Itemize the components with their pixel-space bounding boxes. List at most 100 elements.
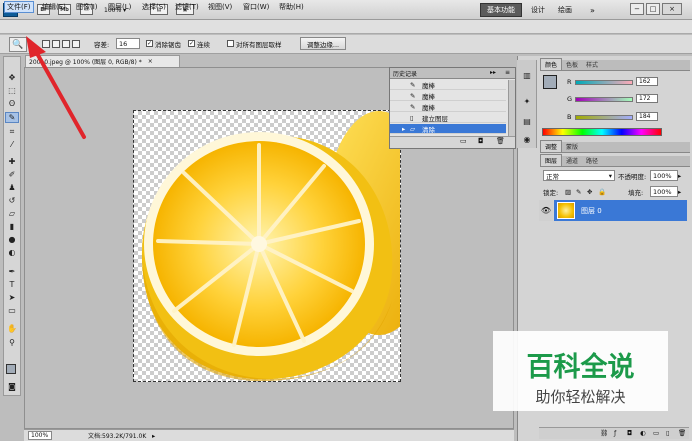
menu-help[interactable]: 帮助(H) xyxy=(277,1,306,13)
blend-mode-select[interactable]: 正常 ▾ xyxy=(543,170,615,181)
more-workspaces-icon[interactable]: » xyxy=(590,3,595,17)
delete-layer-icon[interactable]: 🗑 xyxy=(678,428,686,438)
refine-edge-button[interactable]: 调整边缘... xyxy=(300,37,346,50)
close-tab-icon[interactable]: × xyxy=(148,58,153,65)
snapshot-icon[interactable]: ◘ xyxy=(478,137,484,145)
history-item[interactable]: ✎ 魔棒 xyxy=(390,91,506,101)
history-scrollbar[interactable] xyxy=(508,80,515,136)
document-image[interactable] xyxy=(133,110,401,382)
panel-foreground-swatch[interactable] xyxy=(543,75,557,89)
menu-filter[interactable]: 滤镜(T) xyxy=(173,1,201,13)
foreground-color-swatch[interactable] xyxy=(6,364,16,374)
red-slider[interactable] xyxy=(575,80,633,85)
new-layer-icon[interactable]: ▯ xyxy=(666,428,670,438)
contiguous-checkbox[interactable]: ✓ xyxy=(188,40,195,47)
tab-layers[interactable]: 图层 xyxy=(540,154,563,166)
move-tool-icon[interactable]: ✥ xyxy=(5,72,19,83)
green-value-input[interactable]: 172 xyxy=(636,94,658,103)
delete-icon[interactable]: 🗑 xyxy=(496,137,505,145)
history-item[interactable]: ✎ 魔棒 xyxy=(390,80,506,90)
layer-row[interactable]: 图层 0 xyxy=(554,200,687,221)
workspace-design-button[interactable]: 设计 xyxy=(531,3,545,17)
blur-tool-icon[interactable]: ● xyxy=(5,234,19,245)
eraser-tool-icon[interactable]: ▱ xyxy=(5,208,19,219)
close-button[interactable]: × xyxy=(662,3,682,15)
histogram-panel-icon[interactable]: ▥ xyxy=(520,70,534,81)
shape-tool-icon[interactable]: ▭ xyxy=(5,305,19,316)
layer-visibility-eye-icon[interactable]: 👁 xyxy=(539,200,553,221)
tab-masks[interactable]: 蒙版 xyxy=(562,141,582,152)
magic-wand-icon: ✎ xyxy=(410,80,416,89)
menu-edit[interactable]: 编辑(E) xyxy=(40,1,68,13)
tab-color[interactable]: 颜色 xyxy=(540,58,563,70)
menu-window[interactable]: 窗口(W) xyxy=(241,1,271,13)
color-spectrum-bar[interactable] xyxy=(542,128,662,136)
history-item[interactable]: ▯ 建立图层 xyxy=(390,113,506,123)
lock-position-icon[interactable]: ✥ xyxy=(587,187,592,197)
menu-layer[interactable]: 图层(L) xyxy=(106,1,133,13)
history-panel: 历史记录 ▸▸ ≡ ✎ 魔棒 ✎ 魔棒 ✎ 魔棒 ▯ 建立图层 ▸ ▱ 清除 ▭ ◘ 🗑 xyxy=(389,67,516,149)
new-group-icon[interactable]: ▭ xyxy=(653,428,659,438)
gradient-tool-icon[interactable]: ▮ xyxy=(5,221,19,232)
zoom-tool-icon[interactable]: ⚲ xyxy=(5,337,19,348)
red-value-input[interactable]: 162 xyxy=(636,77,658,86)
history-item-selected[interactable]: ▸ ▱ 清除 xyxy=(390,124,506,134)
sample-all-layers-checkbox[interactable] xyxy=(227,40,234,47)
menu-file[interactable]: 文件(F) xyxy=(4,1,34,13)
menu-select[interactable]: 选择(S) xyxy=(140,1,168,13)
marquee-tool-icon[interactable]: ⬚ xyxy=(5,85,19,96)
panel-menu-icon[interactable]: ≡ xyxy=(505,69,510,76)
layer-mask-icon[interactable]: ◘ xyxy=(627,428,632,438)
tab-styles[interactable]: 样式 xyxy=(582,59,602,70)
lock-transparent-icon[interactable]: ▨ xyxy=(565,187,571,197)
type-tool-icon[interactable]: T xyxy=(5,279,19,290)
healing-brush-icon[interactable]: ✚ xyxy=(5,156,19,167)
blue-value-input[interactable]: 184 xyxy=(636,112,658,121)
status-zoom[interactable]: 100% xyxy=(28,431,52,440)
maximize-button[interactable]: □ xyxy=(646,3,660,15)
lock-all-icon[interactable]: 🔒 xyxy=(598,187,606,197)
new-document-from-state-icon[interactable]: ▭ xyxy=(460,137,467,145)
tab-paths[interactable]: 路径 xyxy=(582,155,602,166)
pen-tool-icon[interactable]: ✒ xyxy=(5,266,19,277)
minimize-button[interactable]: − xyxy=(630,3,644,15)
green-slider[interactable] xyxy=(575,97,633,102)
brush-tool-icon[interactable]: ✐ xyxy=(5,169,19,180)
history-brush-icon[interactable]: ↺ xyxy=(5,195,19,206)
panel-collapse-icon[interactable]: ▸▸ xyxy=(490,69,496,76)
eyedropper-tool-icon[interactable]: ⁄ xyxy=(5,139,19,150)
workspace-painting-button[interactable]: 绘画 xyxy=(558,3,572,17)
lasso-tool-icon[interactable]: ʘ xyxy=(5,98,19,109)
opacity-input[interactable]: 100% xyxy=(650,170,678,181)
channels-panel-icon[interactable]: ◉ xyxy=(520,134,534,145)
navigator-panel-icon[interactable]: ✦ xyxy=(520,96,534,107)
workspace-essentials-button[interactable]: 基本功能 xyxy=(480,3,522,17)
quick-mask-icon[interactable]: ◙ xyxy=(5,381,19,392)
clone-stamp-icon[interactable]: ♟ xyxy=(5,182,19,193)
status-menu-arrow-icon[interactable]: ▸ xyxy=(152,431,155,440)
tab-adjustments[interactable]: 调整 xyxy=(540,140,563,152)
antialias-checkbox[interactable]: ✓ xyxy=(146,40,153,47)
sample-all-layers-label: 对所有图层取样 xyxy=(236,41,282,49)
menu-view[interactable]: 视图(V) xyxy=(206,1,234,13)
fill-input[interactable]: 100% xyxy=(650,186,678,197)
info-panel-icon[interactable]: ▤ xyxy=(520,116,534,127)
color-panel-tabs: 颜色 色板 样式 xyxy=(540,58,690,71)
link-layers-icon[interactable]: ⛓ xyxy=(600,428,608,438)
dodge-tool-icon[interactable]: ◐ xyxy=(5,247,19,258)
hand-tool-icon[interactable]: ✋ xyxy=(5,323,19,334)
blue-slider[interactable] xyxy=(575,115,633,120)
layer-style-icon[interactable]: ƒ xyxy=(614,428,616,438)
adjustment-layer-icon[interactable]: ◐ xyxy=(640,428,646,438)
tolerance-input[interactable]: 16 xyxy=(116,38,140,49)
tab-swatches[interactable]: 色板 xyxy=(562,59,582,70)
crop-tool-icon[interactable]: ⌗ xyxy=(5,126,19,137)
history-item[interactable]: ✎ 魔棒 xyxy=(390,102,506,112)
menu-image[interactable]: 图像(I) xyxy=(74,1,100,13)
quick-selection-tool-icon[interactable]: ✎ xyxy=(5,112,19,123)
tab-channels[interactable]: 通道 xyxy=(562,155,582,166)
path-selection-icon[interactable]: ➤ xyxy=(5,292,19,303)
fill-slider-arrow-icon[interactable]: ▸ xyxy=(678,187,681,197)
lock-image-icon[interactable]: ✎ xyxy=(576,187,581,197)
opacity-slider-arrow-icon[interactable]: ▸ xyxy=(678,171,681,181)
